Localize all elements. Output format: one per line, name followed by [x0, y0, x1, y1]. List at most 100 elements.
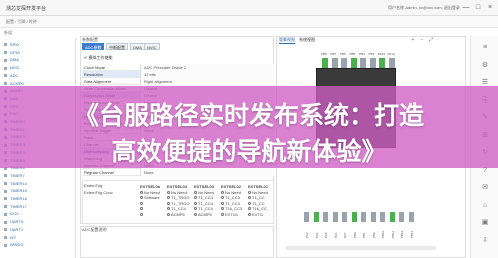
user-info[interactable]: 用户名称-Admin, xx@xxx.com, 退出登录: [388, 5, 460, 11]
trigger-option[interactable]: [140, 212, 166, 218]
trigger-option-checkbox[interactable]: [167, 212, 170, 216]
sidebar-item-uart1[interactable]: UART1: [4, 227, 74, 234]
chip-pin-bottom[interactable]: [332, 212, 338, 222]
param-row[interactable]: Clock Mode ADC Prescaler Divide 2: [82, 64, 274, 71]
chip-pin-top[interactable]: [369, 58, 376, 68]
chip-pin-bottom[interactable]: [342, 212, 347, 222]
trigger-option-label: T1_CC4: [198, 206, 213, 211]
chip-pin-bottom[interactable]: [399, 212, 404, 222]
tab-system-view[interactable]: 系统视图: [299, 37, 315, 43]
param-value-select[interactable]: None: [140, 169, 274, 176]
trigger-option-checkbox[interactable]: [194, 212, 197, 216]
sidebar-item-adc[interactable]: ADC: [4, 73, 74, 80]
download-icon[interactable]: ⇩: [481, 237, 489, 245]
trigger-option-label: T1_CC4: [171, 206, 186, 211]
sidebar-item-timer15[interactable]: TIMER15: [4, 188, 74, 195]
tab-nvic[interactable]: NVIC: [144, 43, 160, 50]
trigger-option[interactable]: EXTI11: [221, 212, 247, 218]
trigger-option-checkbox[interactable]: [167, 196, 170, 200]
chip-pin-bottom[interactable]: [389, 212, 395, 222]
home-icon[interactable]: ⌂: [481, 202, 489, 210]
param-row[interactable]: Regular Channel None: [82, 169, 274, 176]
tab-adc-params[interactable]: ADC参数: [82, 43, 105, 50]
sidebar-item-dma[interactable]: DMA: [4, 57, 74, 64]
param-value-select[interactable]: ADC Prescaler Divide 2: [140, 64, 274, 71]
horizontal-scrollbar[interactable]: [286, 246, 436, 250]
chip-pin-bottom[interactable]: [361, 212, 366, 222]
trigger-option-checkbox[interactable]: [248, 207, 251, 211]
trigger-option-checkbox[interactable]: [167, 190, 170, 194]
zoom-in-icon[interactable]: +: [410, 37, 416, 43]
chip-pin-top[interactable]: [360, 58, 366, 68]
chip-pin-top[interactable]: [331, 58, 338, 68]
trigger-option[interactable]: ACMP5: [167, 212, 193, 218]
trigger-option-checkbox[interactable]: [194, 201, 197, 205]
minimize-button[interactable]: —: [462, 4, 470, 12]
sidebar-item-timer7[interactable]: TIMER7: [4, 173, 74, 180]
trigger-option-checkbox[interactable]: [221, 196, 224, 200]
trigger-option-checkbox[interactable]: [248, 201, 251, 205]
trigger-option-checkbox[interactable]: [140, 201, 143, 205]
chip-pin-top[interactable]: [322, 58, 328, 68]
trigger-option-checkbox[interactable]: [221, 201, 224, 205]
chip-pin-top[interactable]: [379, 58, 385, 68]
chip-pin-top[interactable]: [350, 58, 357, 68]
chip-pin-bottom[interactable]: [370, 212, 376, 222]
sidebar-item-uart0[interactable]: UART0: [4, 219, 74, 226]
trigger-option-label: No Need: [171, 189, 187, 195]
sidebar-item-i2c0[interactable]: I2C0: [4, 211, 74, 218]
param-value-select[interactable]: 12 bits: [140, 71, 274, 78]
param-value-select[interactable]: Right alignment: [140, 78, 274, 85]
sidebar-item-label: SPI0: [10, 42, 19, 47]
trigger-option-checkbox[interactable]: [167, 207, 170, 211]
trigger-option-checkbox[interactable]: [194, 190, 197, 194]
param-row[interactable]: Data Alignment Right alignment: [82, 78, 274, 85]
sidebar-item-nvic[interactable]: NVIC: [4, 65, 74, 72]
trigger-option-checkbox[interactable]: [221, 207, 224, 211]
mail-icon[interactable]: ✉: [481, 184, 489, 192]
chip-pin-bottom[interactable]: [323, 212, 328, 222]
close-button[interactable]: ×: [486, 4, 494, 12]
sidebar-item-timer14[interactable]: TIMER14: [4, 181, 74, 188]
trigger-option-checkbox[interactable]: [194, 196, 197, 200]
maximize-button[interactable]: □: [474, 4, 482, 12]
trigger-option-checkbox[interactable]: [140, 190, 143, 194]
tab-interrupt[interactable]: 中断配置: [106, 43, 128, 50]
chip-pin-bottom[interactable]: [351, 212, 357, 222]
chip-pin-top[interactable]: [341, 58, 347, 68]
trigger-option-checkbox[interactable]: [140, 196, 143, 200]
sidebar-item-timer17[interactable]: TIMER17: [4, 204, 74, 211]
trigger-option-checkbox[interactable]: [248, 196, 251, 200]
tab-pin-view[interactable]: 管脚视图: [279, 37, 295, 44]
trigger-option-checkbox[interactable]: [140, 207, 143, 211]
settings-icon[interactable]: ⚙: [481, 62, 489, 70]
enable-checkbox[interactable]: ✔ 模拟工作使能: [84, 55, 112, 61]
sidebar-item-timer16[interactable]: TIMER16: [4, 196, 74, 203]
trigger-option-checkbox[interactable]: [167, 201, 170, 205]
tab-dma[interactable]: DMA: [130, 43, 145, 50]
trigger-option-checkbox[interactable]: [221, 190, 224, 194]
param-row[interactable]: Resolution 12 bits: [82, 71, 274, 78]
sidebar-item-wwdg[interactable]: WWDG: [4, 242, 74, 249]
sidebar-item-gpio[interactable]: GPIO: [4, 50, 74, 57]
chip-pin-bottom[interactable]: [408, 212, 414, 222]
peripheral-icon: [4, 228, 7, 232]
trigger-option[interactable]: ACMP5: [194, 212, 220, 218]
sidebar-item-spi0[interactable]: SPI0: [4, 42, 74, 49]
chip-pin-label: PA14: [387, 52, 395, 56]
chip-pin-top[interactable]: [388, 58, 395, 68]
chip-pin-bottom[interactable]: [313, 212, 319, 222]
chip-pin-bottom[interactable]: [304, 212, 309, 222]
fit-view-icon[interactable]: ⤢: [428, 37, 434, 43]
sidebar-item-wt[interactable]: WT: [4, 235, 74, 242]
menu-icon[interactable]: ≡: [481, 44, 489, 52]
trigger-option-checkbox[interactable]: [140, 212, 143, 216]
trigger-option-checkbox[interactable]: [194, 207, 197, 211]
trigger-option-checkbox[interactable]: [221, 212, 224, 216]
trigger-option[interactable]: EXTI1: [248, 212, 274, 218]
chip-pin-bottom[interactable]: [380, 212, 385, 222]
trigger-option-checkbox[interactable]: [248, 212, 251, 216]
layout-icon[interactable]: ▣: [481, 219, 489, 227]
trigger-option-checkbox[interactable]: [248, 190, 251, 194]
zoom-out-icon[interactable]: −: [419, 37, 425, 43]
